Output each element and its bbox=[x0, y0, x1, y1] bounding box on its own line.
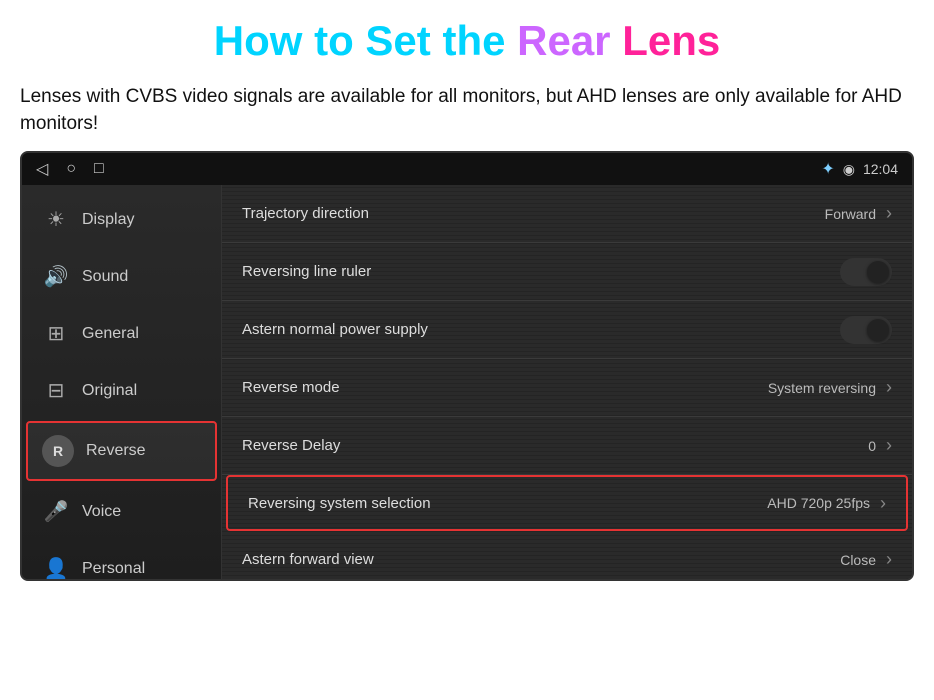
setting-reverse-mode[interactable]: Reverse mode System reversing › bbox=[222, 359, 912, 417]
astern-power-value bbox=[840, 316, 892, 344]
reverse-delay-chevron: › bbox=[886, 435, 892, 456]
reverse-delay-value: 0 › bbox=[868, 435, 892, 456]
device-frame: ◁ ○ □ ✦ ◉ 12:04 ☀ Display 🔊 Sound bbox=[20, 151, 914, 581]
reverse-icon: R bbox=[42, 435, 74, 467]
astern-power-toggle[interactable] bbox=[840, 316, 892, 344]
trajectory-chevron: › bbox=[886, 203, 892, 224]
trajectory-label: Trajectory direction bbox=[242, 205, 369, 222]
setting-trajectory[interactable]: Trajectory direction Forward › bbox=[222, 185, 912, 243]
nav-controls: ◁ ○ □ bbox=[36, 159, 104, 179]
setting-astern-power[interactable]: Astern normal power supply bbox=[222, 301, 912, 359]
subtitle-text: Lenses with CVBS video signals are avail… bbox=[20, 84, 914, 137]
status-bar: ◁ ○ □ ✦ ◉ 12:04 bbox=[22, 153, 912, 185]
trajectory-value: Forward › bbox=[825, 203, 892, 224]
astern-forward-label: Astern forward view bbox=[242, 551, 374, 568]
reverse-mode-value: System reversing › bbox=[768, 377, 892, 398]
sidebar-item-original[interactable]: ⊟ Original bbox=[22, 362, 221, 419]
sound-icon: 🔊 bbox=[42, 264, 70, 289]
recents-button[interactable]: □ bbox=[94, 160, 104, 178]
sidebar-item-personal[interactable]: 👤 Personal bbox=[22, 540, 221, 579]
sidebar-item-display[interactable]: ☀ Display bbox=[22, 191, 221, 248]
reversing-system-label: Reversing system selection bbox=[248, 495, 431, 512]
setting-reverse-delay[interactable]: Reverse Delay 0 › bbox=[222, 417, 912, 475]
display-icon: ☀ bbox=[42, 207, 70, 232]
sidebar-label-reverse: Reverse bbox=[86, 442, 146, 460]
main-content: ☀ Display 🔊 Sound ⊞ General ⊟ Original R bbox=[22, 185, 912, 579]
settings-panel: Trajectory direction Forward › Reversing… bbox=[222, 185, 912, 579]
reverse-delay-value-text: 0 bbox=[868, 438, 876, 454]
reverse-mode-label: Reverse mode bbox=[242, 379, 340, 396]
original-icon: ⊟ bbox=[42, 378, 70, 403]
sidebar-label-general: General bbox=[82, 325, 139, 343]
personal-icon: 👤 bbox=[42, 556, 70, 579]
astern-forward-value: Close › bbox=[840, 549, 892, 570]
title-how: How to bbox=[214, 17, 366, 64]
setting-astern-forward[interactable]: Astern forward view Close › bbox=[222, 531, 912, 579]
clock: 12:04 bbox=[863, 161, 898, 177]
reverse-mode-value-text: System reversing bbox=[768, 380, 876, 396]
home-button[interactable]: ○ bbox=[66, 160, 76, 178]
reversing-system-value-text: AHD 720p 25fps bbox=[767, 495, 870, 511]
header: How to Set the Rear Lens bbox=[0, 0, 934, 74]
reversing-system-value: AHD 720p 25fps › bbox=[767, 493, 886, 514]
sidebar: ☀ Display 🔊 Sound ⊞ General ⊟ Original R bbox=[22, 185, 222, 579]
voice-icon: 🎤 bbox=[42, 499, 70, 524]
general-icon: ⊞ bbox=[42, 321, 70, 346]
setting-reversing-ruler[interactable]: Reversing line ruler bbox=[222, 243, 912, 301]
reversing-ruler-toggle[interactable] bbox=[840, 258, 892, 286]
sidebar-item-general[interactable]: ⊞ General bbox=[22, 305, 221, 362]
status-indicators: ✦ ◉ 12:04 bbox=[821, 159, 898, 179]
bluetooth-icon: ✦ bbox=[821, 159, 834, 179]
sidebar-item-reverse[interactable]: R Reverse bbox=[26, 421, 217, 481]
trajectory-value-text: Forward bbox=[825, 206, 876, 222]
reverse-mode-chevron: › bbox=[886, 377, 892, 398]
astern-forward-value-text: Close bbox=[840, 552, 876, 568]
reversing-ruler-label: Reversing line ruler bbox=[242, 263, 371, 280]
sidebar-label-original: Original bbox=[82, 382, 137, 400]
sidebar-label-display: Display bbox=[82, 211, 134, 229]
sidebar-label-sound: Sound bbox=[82, 268, 128, 286]
title-rear: Rear bbox=[517, 17, 622, 64]
reversing-system-chevron: › bbox=[880, 493, 886, 514]
back-button[interactable]: ◁ bbox=[36, 159, 48, 179]
sidebar-label-personal: Personal bbox=[82, 560, 145, 578]
reversing-ruler-value bbox=[840, 258, 892, 286]
reverse-delay-label: Reverse Delay bbox=[242, 437, 340, 454]
sidebar-label-voice: Voice bbox=[82, 503, 121, 521]
page-title: How to Set the Rear Lens bbox=[20, 18, 914, 64]
sidebar-item-voice[interactable]: 🎤 Voice bbox=[22, 483, 221, 540]
title-to: Set bbox=[365, 17, 442, 64]
page-container: How to Set the Rear Lens Lenses with CVB… bbox=[0, 0, 934, 581]
astern-power-label: Astern normal power supply bbox=[242, 321, 428, 338]
title-set: the bbox=[442, 17, 517, 64]
astern-forward-chevron: › bbox=[886, 549, 892, 570]
title-lens: Lens bbox=[622, 17, 720, 64]
location-icon: ◉ bbox=[843, 161, 855, 178]
sidebar-item-sound[interactable]: 🔊 Sound bbox=[22, 248, 221, 305]
setting-reversing-system[interactable]: Reversing system selection AHD 720p 25fp… bbox=[226, 475, 908, 531]
